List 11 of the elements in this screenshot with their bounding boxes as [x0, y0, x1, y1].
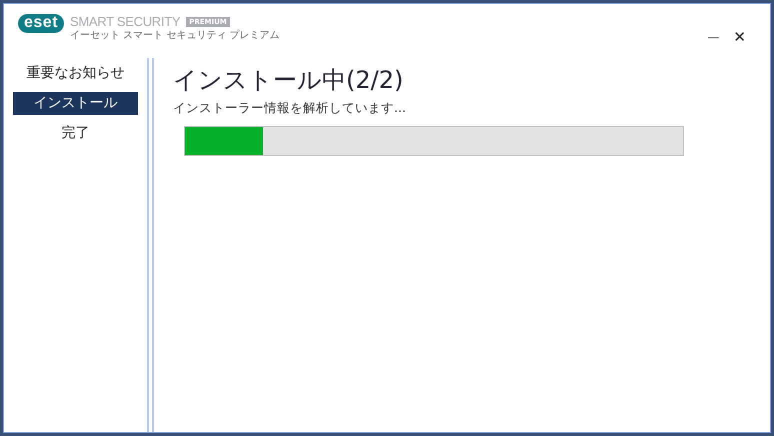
- page-title: インストール中(2/2): [173, 65, 404, 96]
- sidebar-item[interactable]: 重要なお知らせ: [13, 62, 138, 85]
- minimize-button[interactable]: —: [705, 28, 722, 46]
- product-name: SMART SECURITY: [70, 14, 180, 29]
- pane-splitter[interactable]: [147, 58, 154, 432]
- status-text: インストーラー情報を解析しています...: [173, 100, 407, 117]
- product-subtitle: イーセット スマート セキュリティ プレミアム: [70, 30, 280, 41]
- sidebar-item[interactable]: インストール: [13, 92, 138, 115]
- sidebar-item[interactable]: 完了: [13, 122, 138, 145]
- close-button[interactable]: ✕: [731, 28, 748, 46]
- logo-mark: eset: [18, 14, 64, 33]
